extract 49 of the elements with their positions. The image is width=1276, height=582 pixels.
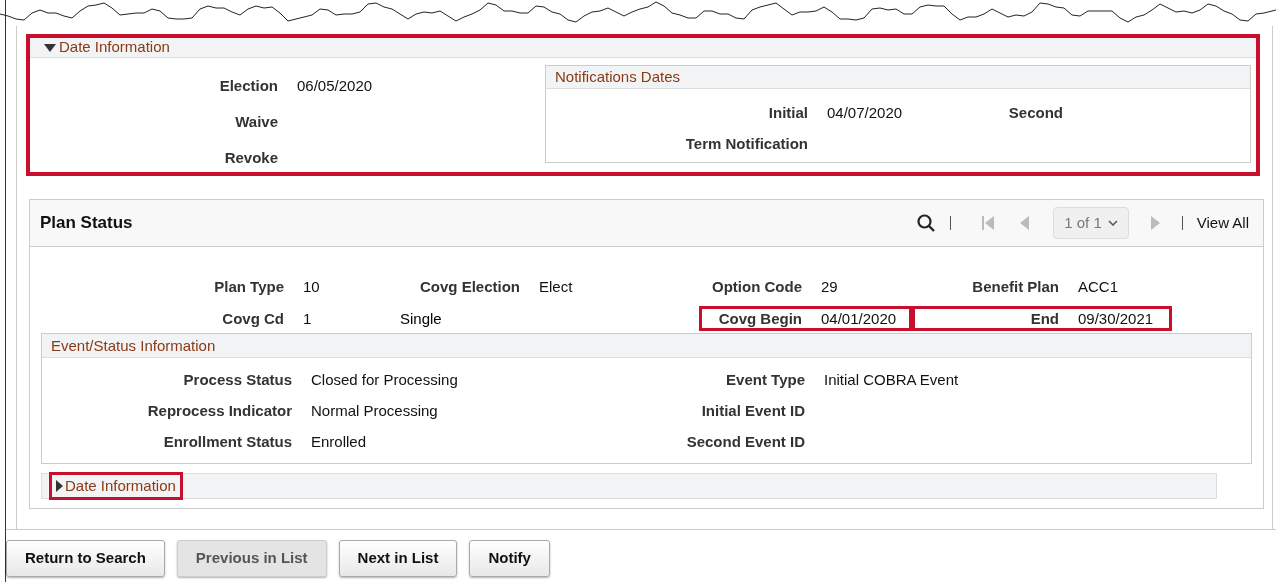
action-button[interactable]: Notify [469, 540, 550, 577]
field-label: Reprocess Indicator [147, 402, 292, 419]
field-label: Plan Type [214, 278, 284, 295]
panel-title: Plan Status [40, 212, 133, 235]
section-title[interactable]: Date Information [65, 474, 176, 498]
field-value: 29 [821, 278, 838, 295]
section-title: Event/Status Information [51, 337, 216, 354]
section-title[interactable]: Date Information [59, 36, 170, 59]
field-label: Revoke [224, 149, 278, 166]
field-value: Single [400, 310, 442, 327]
field-value: Closed for Processing [311, 371, 458, 388]
view-all-link[interactable]: View All [1196, 211, 1249, 235]
field-value: Elect [539, 278, 573, 295]
field-label: Option Code [712, 278, 802, 295]
field-label: Initial Event ID [701, 402, 805, 419]
field-value: 04/01/2020 [821, 310, 897, 327]
field-label: Covg Cd [222, 310, 284, 327]
field-label: Waive [235, 113, 278, 130]
field-label: Second [1008, 104, 1063, 121]
action-button[interactable]: Next in List [338, 540, 458, 577]
field-value: 1 [303, 310, 312, 327]
action-button[interactable]: Return to Search [6, 540, 165, 577]
field-label: Covg Begin [718, 310, 802, 327]
field-value: 09/30/2021 [1078, 310, 1154, 327]
field-label: Enrollment Status [163, 433, 292, 450]
field-value: 04/07/2020 [827, 104, 903, 121]
field-value: Initial COBRA Event [824, 371, 959, 388]
field-label: Benefit Plan [972, 278, 1059, 295]
field-value: Enrolled [311, 433, 367, 450]
chevron-down-icon [1107, 220, 1118, 226]
field-label: Second Event ID [686, 433, 805, 450]
expanded-triangle-icon[interactable] [44, 43, 56, 52]
field-label: Event Type [726, 371, 805, 388]
field-value: Normal Processing [311, 402, 438, 419]
field-label: Election [219, 77, 278, 94]
field-value: 10 [303, 278, 320, 295]
section-title: Notifications Dates [555, 68, 681, 85]
field-label: Initial [768, 104, 808, 121]
page-dropdown[interactable]: 1 of 1 [1053, 207, 1129, 239]
field-label: Process Status [183, 371, 292, 388]
field-label: Covg Election [420, 278, 520, 295]
field-label: End [1030, 310, 1059, 327]
search-icon[interactable] [917, 214, 936, 232]
field-value: 06/05/2020 [297, 77, 373, 94]
field-value: ACC1 [1078, 278, 1118, 295]
section-header[interactable]: Date Information [41, 473, 1217, 499]
collapsed-triangle-icon[interactable] [56, 480, 63, 492]
section-header[interactable]: Date Information [30, 38, 1256, 58]
field-label: Term Notification [685, 135, 808, 152]
